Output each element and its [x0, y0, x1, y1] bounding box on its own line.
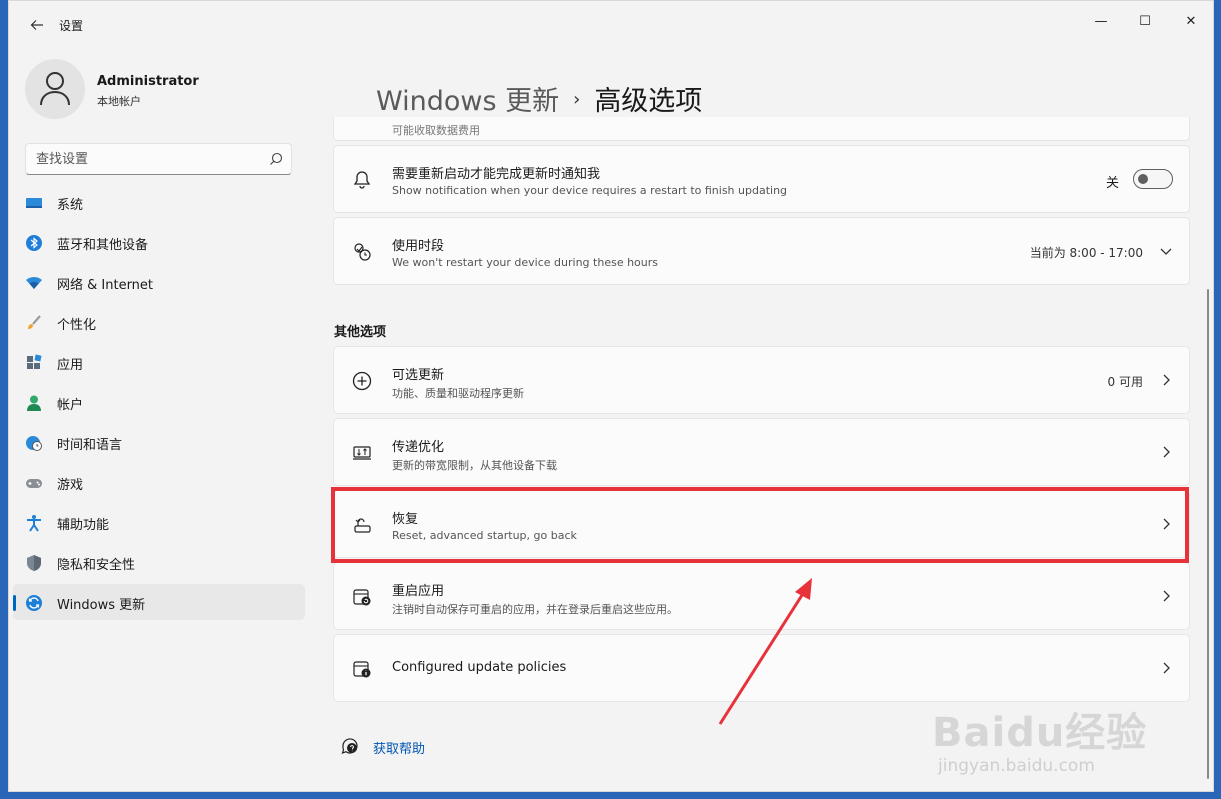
chevron-right-icon: [1163, 590, 1170, 602]
title-bar: 设置 — ☐ ✕: [9, 1, 1213, 49]
user-name: Administrator: [97, 74, 199, 89]
active-hours-value: 当前为 8:00 - 17:00: [1029, 246, 1143, 260]
sidebar-item-network[interactable]: 网络 & Internet: [13, 264, 305, 300]
sidebar-item-accessibility[interactable]: 辅助功能: [13, 504, 305, 540]
breadcrumb-parent[interactable]: Windows 更新: [376, 86, 559, 117]
chevron-right-icon: [1163, 518, 1170, 530]
chevron-down-icon: [1160, 248, 1172, 255]
sidebar-item-gaming[interactable]: 游戏: [13, 464, 305, 500]
sidebar-item-apps[interactable]: 应用: [13, 344, 305, 380]
chevron-right-icon: [1163, 374, 1170, 386]
settings-window: 设置 — ☐ ✕ Administrator 本地帐户 系统 蓝牙和其他设备 网…: [8, 0, 1214, 792]
sidebar-nav: 系统 蓝牙和其他设备 网络 & Internet 个性化 应用 帐户 时间和语言: [13, 184, 305, 624]
card-subtitle: 功能、质量和驱动程序更新: [392, 387, 524, 400]
chevron-right-icon: [1163, 446, 1170, 458]
breadcrumb: Windows 更新 › 高级选项: [376, 79, 702, 118]
card-subtitle: We won't restart your device during thes…: [392, 256, 659, 269]
bell-icon: [353, 171, 371, 189]
windows-update-icon: [26, 595, 42, 611]
card-subtitle: Reset, advanced startup, go back: [392, 529, 577, 542]
maximize-button[interactable]: ☐: [1123, 7, 1167, 37]
sidebar-item-time-language[interactable]: 时间和语言: [13, 424, 305, 460]
card-title: 传递优化: [392, 440, 445, 455]
sidebar-item-system[interactable]: 系统: [13, 184, 305, 220]
sidebar-item-label: 网络 & Internet: [57, 278, 154, 293]
gamepad-icon: [26, 479, 42, 488]
card-title: 需要重新启动才能完成更新时通知我: [392, 167, 601, 182]
restart-apps-icon: [353, 589, 371, 606]
back-arrow-icon: [30, 20, 43, 30]
avatar[interactable]: [25, 59, 85, 119]
sidebar-item-label: Windows 更新: [57, 598, 146, 613]
recovery-card[interactable]: 恢复 Reset, advanced startup, go back: [333, 490, 1190, 558]
account-type: 本地帐户: [97, 95, 141, 108]
card-title: 使用时段: [392, 239, 445, 254]
search-box[interactable]: [25, 143, 292, 175]
brush-icon: [28, 315, 41, 329]
sidebar-item-label: 辅助功能: [57, 518, 110, 533]
back-button[interactable]: [25, 13, 49, 37]
card-title: Configured update policies: [392, 660, 567, 675]
card-subtitle: 更新的带宽限制，从其他设备下载: [392, 459, 557, 472]
search-input[interactable]: [26, 144, 256, 174]
policies-info-icon: [353, 661, 371, 678]
sidebar-item-privacy-security[interactable]: 隐私和安全性: [13, 544, 305, 580]
page-title: 高级选项: [594, 86, 703, 117]
active-hours-card[interactable]: 使用时段 We won't restart your device during…: [333, 217, 1190, 285]
sidebar-item-label: 系统: [57, 198, 84, 213]
metered-connection-card[interactable]: 可能收取数据费用: [333, 117, 1190, 141]
toggle-state-label: 关: [1105, 176, 1119, 191]
section-title: 其他选项: [334, 325, 387, 340]
card-subtitle: 可能收取数据费用: [392, 124, 480, 137]
notify-restart-toggle[interactable]: [1133, 169, 1173, 189]
card-title: 恢复: [392, 512, 419, 527]
chevron-right-icon: [1163, 662, 1170, 674]
active-hours-icon: [354, 243, 371, 261]
optional-updates-count: 0 可用: [1107, 375, 1143, 389]
breadcrumb-separator: ›: [573, 89, 581, 110]
sidebar-item-bluetooth[interactable]: 蓝牙和其他设备: [13, 224, 305, 260]
sidebar-item-label: 应用: [57, 358, 84, 373]
sidebar-item-label: 蓝牙和其他设备: [57, 238, 149, 253]
card-title: 可选更新: [392, 368, 445, 383]
card-title: 重启应用: [392, 584, 445, 599]
card-subtitle: 注销时自动保存可重启的应用，并在登录后重启这些应用。: [392, 603, 678, 616]
add-circle-icon: [352, 371, 372, 391]
sidebar-item-windows-update[interactable]: Windows 更新: [13, 584, 305, 620]
sidebar-item-label: 时间和语言: [57, 438, 123, 453]
app-title: 设置: [59, 19, 84, 33]
help-icon: [341, 738, 358, 754]
shield-icon: [27, 555, 41, 571]
account-icon: [27, 395, 41, 411]
sidebar-item-personalization[interactable]: 个性化: [13, 304, 305, 340]
sidebar-item-label: 个性化: [57, 318, 97, 333]
apps-icon: [27, 354, 42, 369]
delivery-optimization-card[interactable]: 传递优化 更新的带宽限制，从其他设备下载: [333, 418, 1190, 486]
annotation-arrow-icon: [718, 578, 812, 725]
wifi-icon: [26, 277, 42, 289]
user-icon: [40, 72, 70, 106]
sidebar-item-label: 游戏: [57, 478, 84, 493]
optional-updates-card[interactable]: 可选更新 功能、质量和驱动程序更新 0 可用: [333, 346, 1190, 414]
delivery-optimization-icon: [353, 446, 371, 460]
sidebar-item-label: 隐私和安全性: [57, 558, 136, 573]
search-icon: [270, 152, 283, 165]
sidebar-item-label: 帐户: [57, 398, 84, 413]
notify-restart-card: 需要重新启动才能完成更新时通知我 Show notification when …: [333, 145, 1190, 213]
recovery-icon: [354, 518, 371, 533]
sidebar-item-accounts[interactable]: 帐户: [13, 384, 305, 420]
bluetooth-icon: [26, 235, 42, 251]
get-help-link[interactable]: 获取帮助: [373, 738, 425, 757]
close-button[interactable]: ✕: [1169, 7, 1213, 37]
card-subtitle: Show notification when your device requi…: [392, 184, 788, 197]
globe-clock-icon: [26, 436, 42, 451]
system-icon: [26, 198, 42, 208]
minimize-button[interactable]: —: [1079, 7, 1123, 37]
scrollbar[interactable]: [1207, 289, 1209, 779]
toggle-knob: [1138, 174, 1148, 184]
accessibility-icon: [27, 515, 41, 532]
